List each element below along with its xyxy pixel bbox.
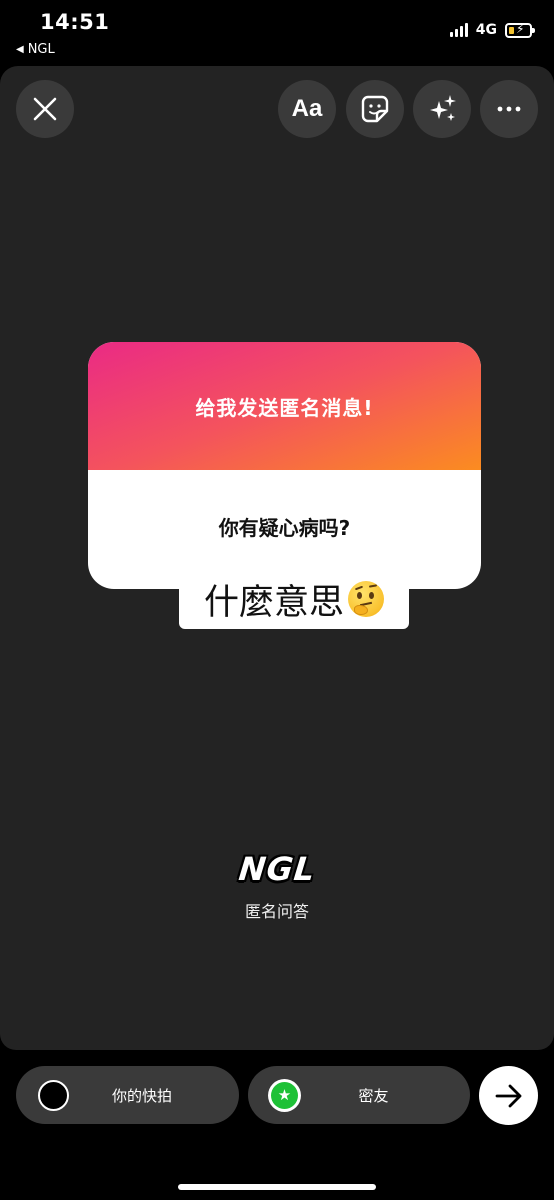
ngl-question-card[interactable]: 给我发送匿名消息! 你有疑心病吗? [88, 342, 481, 589]
thinking-face-icon [348, 581, 384, 617]
sticker-icon [361, 95, 389, 123]
sticker-button[interactable] [346, 80, 404, 138]
share-to-story-button[interactable]: 你的快拍 [16, 1066, 239, 1124]
battery-level [509, 26, 514, 34]
battery-icon: ⚡ [505, 21, 535, 38]
text-tool-button[interactable]: Aa [278, 80, 336, 138]
share-close-friends-label: 密友 [358, 1086, 389, 1105]
effects-button[interactable] [413, 80, 471, 138]
reply-text-box[interactable]: 什麼意思 [179, 569, 409, 629]
share-story-label: 你的快拍 [111, 1086, 172, 1105]
close-button[interactable] [16, 80, 74, 138]
back-to-app-link[interactable]: ◀ NGL [16, 42, 55, 57]
text-tool-label: Aa [291, 95, 323, 122]
story-editor: Aa 给我发送匿名消息! 你有疑心病吗? 什麼意思 NGL 匿名问答 [0, 66, 554, 1050]
share-close-friends-button[interactable]: ★ 密友 [248, 1066, 470, 1124]
ngl-logo: NGL [236, 850, 318, 888]
more-icon [497, 106, 521, 112]
ngl-subtitle: 匿名问答 [244, 902, 309, 921]
status-bar: 14:51 ◀ NGL 4G ⚡ [0, 0, 554, 64]
more-button[interactable] [480, 80, 538, 138]
back-app-label: NGL [27, 42, 55, 57]
status-time: 14:51 [40, 10, 110, 34]
signal-icon [449, 23, 468, 37]
card-question: 你有疑心病吗? [218, 516, 351, 540]
close-icon [33, 97, 57, 121]
next-button[interactable] [479, 1066, 538, 1125]
ngl-brand: NGL 匿名问答 [0, 850, 554, 922]
card-header: 给我发送匿名消息! [88, 342, 481, 470]
charging-bolt-icon: ⚡ [516, 21, 525, 36]
home-indicator[interactable] [178, 1184, 376, 1190]
back-triangle-icon: ◀ [16, 44, 24, 55]
sparkles-icon [430, 95, 456, 121]
story-avatar-ring-icon [38, 1079, 69, 1111]
reply-text: 什麼意思 [203, 582, 344, 623]
arrow-right-icon [495, 1084, 521, 1107]
close-friends-star-icon: ★ [268, 1078, 301, 1112]
status-indicators: 4G ⚡ [449, 21, 535, 38]
network-type: 4G [475, 22, 497, 38]
card-title: 给我发送匿名消息! [195, 395, 374, 420]
